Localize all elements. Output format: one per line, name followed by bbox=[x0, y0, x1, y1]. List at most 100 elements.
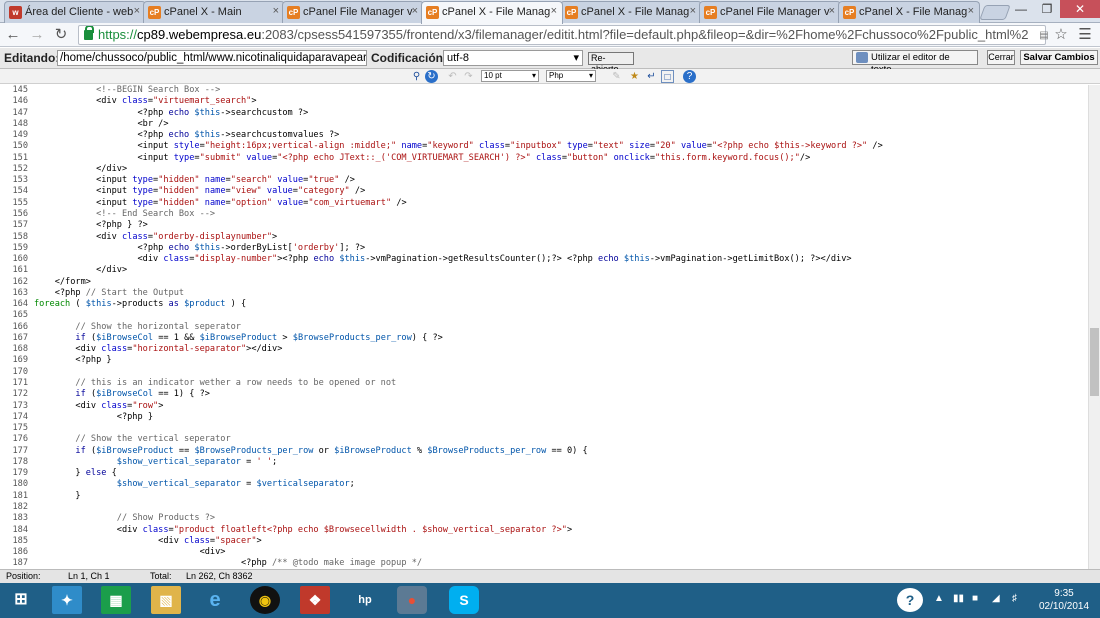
code-line[interactable]: if ($iBrowseCol == 1) { ?> bbox=[34, 389, 210, 399]
undo-icon[interactable]: ↶ bbox=[446, 70, 459, 83]
help-tray-icon[interactable]: ? bbox=[897, 588, 923, 612]
code-line[interactable]: foreach ( $this->products as $product ) … bbox=[34, 299, 246, 309]
file-path-field[interactable]: /home/chussoco/public_html/www.nicotinal… bbox=[57, 50, 367, 66]
tray-app-icon[interactable]: ▮▮ bbox=[953, 593, 964, 604]
code-line[interactable]: <?php echo $this->orderByList['orderby']… bbox=[34, 243, 365, 253]
code-line[interactable]: <?php echo $this->searchcustom ?> bbox=[34, 108, 308, 118]
code-line[interactable]: if ($iBrowseCol == 1 && $iBrowseProduct … bbox=[34, 333, 442, 343]
tab-close-icon[interactable]: × bbox=[273, 5, 279, 17]
app-launcher-icon[interactable]: ✦ bbox=[52, 586, 82, 614]
encoding-select[interactable]: utf-8 ▾ bbox=[443, 50, 583, 66]
code-line[interactable]: <div> bbox=[34, 547, 226, 557]
system-clock[interactable]: 9:35 02/10/2014 bbox=[1034, 587, 1094, 613]
tab-1[interactable]: w Área del Cliente - web × bbox=[4, 1, 146, 23]
code-line[interactable]: } bbox=[34, 491, 80, 501]
hp-icon[interactable]: hp bbox=[350, 586, 380, 614]
volume-icon[interactable]: ♯ bbox=[1012, 593, 1017, 604]
minimize-icon[interactable]: — bbox=[1008, 0, 1034, 18]
media-app-icon[interactable]: ◉ bbox=[250, 586, 280, 614]
code-line[interactable]: <div class="orderby-displaynumber"> bbox=[34, 232, 277, 242]
back-icon[interactable]: ← bbox=[4, 26, 22, 44]
code-line[interactable]: } else { bbox=[34, 468, 116, 478]
show-hidden-icons[interactable]: ▲ bbox=[934, 593, 944, 604]
tab-close-icon[interactable]: × bbox=[690, 5, 696, 17]
code-line[interactable]: // Show the vertical seperator bbox=[34, 434, 230, 444]
network-icon[interactable]: ◢ bbox=[992, 593, 1000, 604]
code-editor[interactable]: 145 146 147 148 149 150 151 152 153 154 155 156 157 1… bbox=[0, 85, 1088, 569]
forward-icon[interactable]: → bbox=[28, 26, 46, 44]
scrollbar-thumb[interactable] bbox=[1090, 328, 1099, 396]
code-line[interactable]: <?php } ?> bbox=[34, 220, 148, 230]
code-line[interactable]: <input type="hidden" name="option" value… bbox=[34, 198, 407, 208]
code-line[interactable]: <div class="row"> bbox=[34, 401, 163, 411]
translate-icon[interactable]: ▤ bbox=[1035, 27, 1053, 45]
close-window-icon[interactable]: ✕ bbox=[1060, 0, 1100, 18]
store-icon[interactable]: ▦ bbox=[101, 586, 131, 614]
tab-4[interactable]: cP cPanel X - File Manag × bbox=[421, 1, 563, 24]
code-line[interactable]: <!-- End Search Box --> bbox=[34, 209, 215, 219]
code-line[interactable]: <div class="display-number"><?php echo $… bbox=[34, 254, 851, 264]
goto-icon[interactable]: ↻ bbox=[425, 70, 438, 83]
code-line[interactable]: // Show Products ?> bbox=[34, 513, 215, 523]
maximize-icon[interactable]: ❐ bbox=[1034, 0, 1060, 18]
tab-close-icon[interactable]: × bbox=[134, 5, 140, 17]
bookmark-star-icon[interactable]: ☆ bbox=[1052, 26, 1070, 44]
fullscreen-icon[interactable]: □ bbox=[661, 70, 674, 83]
code-line[interactable]: <input type="hidden" name="view" value="… bbox=[34, 186, 365, 196]
menu-icon[interactable]: ☰ bbox=[1076, 26, 1094, 44]
code-line[interactable]: </div> bbox=[34, 164, 127, 174]
code-line[interactable]: <div class="product floatleft<?php echo … bbox=[34, 525, 572, 535]
tab-close-icon[interactable]: × bbox=[551, 5, 557, 17]
code-line[interactable]: </form> bbox=[34, 277, 91, 287]
internet-explorer-icon[interactable]: e bbox=[200, 586, 230, 614]
code-line[interactable]: <input type="submit" value="<?php echo J… bbox=[34, 153, 810, 163]
find-icon[interactable]: ⚲ bbox=[410, 70, 423, 83]
code-line[interactable]: <?php // Start the Output bbox=[34, 288, 184, 298]
tab-5[interactable]: cP cPanel X - File Manag × bbox=[560, 1, 702, 23]
font-size-select[interactable]: 10 pt ▾ bbox=[481, 70, 539, 82]
code-line[interactable]: <br /> bbox=[34, 119, 168, 129]
vertical-scrollbar[interactable] bbox=[1088, 85, 1100, 569]
reload-icon[interactable]: ↻ bbox=[52, 26, 70, 44]
code-line[interactable]: // this is an indicator wether a row nee… bbox=[34, 378, 396, 388]
help-icon[interactable]: ? bbox=[683, 70, 696, 83]
code-line[interactable]: <?php } bbox=[34, 412, 153, 422]
windows-start-icon[interactable]: ⊞ bbox=[6, 586, 36, 614]
save-button[interactable]: Salvar Cambios bbox=[1020, 50, 1098, 65]
redo-icon[interactable]: ↷ bbox=[462, 70, 475, 83]
code-line[interactable]: <?php /** @todo make image popup */ bbox=[34, 558, 422, 568]
code-line[interactable]: <div class="spacer"> bbox=[34, 536, 262, 546]
code-line[interactable]: $show_vertical_separator = $verticalsepa… bbox=[34, 479, 355, 489]
code-line[interactable]: if ($iBrowseProduct == $BrowseProducts_p… bbox=[34, 446, 587, 456]
tab-7[interactable]: cP cPanel X - File Manag × bbox=[838, 1, 980, 23]
use-text-editor-button[interactable]: Utilizar el editor de texto. bbox=[852, 50, 978, 75]
language-select[interactable]: Php ▾ bbox=[546, 70, 596, 82]
close-button[interactable]: Cerrar bbox=[987, 50, 1015, 65]
skype-icon[interactable]: S bbox=[449, 586, 479, 614]
reset-highlight-icon[interactable]: ★ bbox=[628, 70, 641, 83]
tab-2[interactable]: cP cPanel X - Main × bbox=[143, 1, 285, 23]
chrome-icon[interactable]: ● bbox=[397, 586, 427, 614]
code-line[interactable]: <?php } bbox=[34, 355, 111, 365]
word-wrap-icon[interactable]: ↵ bbox=[645, 70, 658, 83]
code-line[interactable]: <input type="hidden" name="search" value… bbox=[34, 175, 355, 185]
tab-6[interactable]: cP cPanel File Manager v × bbox=[699, 1, 841, 23]
file-explorer-icon[interactable]: ▧ bbox=[151, 586, 181, 614]
tab-close-icon[interactable]: × bbox=[412, 5, 418, 17]
paint-app-icon[interactable]: ❖ bbox=[300, 586, 330, 614]
code-line[interactable]: <div class="horizontal-separator"></div> bbox=[34, 344, 282, 354]
code-line[interactable]: <!--BEGIN Search Box --> bbox=[34, 85, 220, 95]
code-line[interactable]: <input style="height:16px;vertical-align… bbox=[34, 141, 882, 151]
tab-close-icon[interactable]: × bbox=[829, 5, 835, 17]
reopen-button[interactable]: Re-abierto bbox=[588, 52, 634, 74]
tray-security-icon[interactable]: ■ bbox=[972, 593, 978, 604]
address-bar[interactable]: https://cp89.webempresa.eu:2083/cpsess54… bbox=[78, 25, 1046, 45]
code-line[interactable]: $show_vertical_separator = ' '; bbox=[34, 457, 277, 467]
code-line[interactable]: <div class="virtuemart_search"> bbox=[34, 96, 256, 106]
highlight-icon[interactable]: ✎ bbox=[610, 70, 623, 83]
tab-close-icon[interactable]: × bbox=[968, 5, 974, 17]
code-line[interactable]: // Show the horizontal seperator bbox=[34, 322, 241, 332]
code-line[interactable]: </div> bbox=[34, 265, 127, 275]
tab-3[interactable]: cP cPanel File Manager v × bbox=[282, 1, 424, 23]
code-line[interactable]: <?php echo $this->searchcustomvalues ?> bbox=[34, 130, 339, 140]
